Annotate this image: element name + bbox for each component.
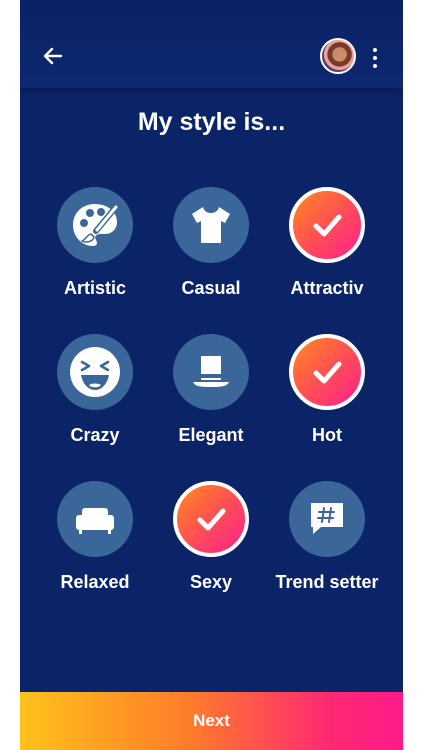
style-option-circle[interactable] xyxy=(57,334,133,410)
style-option-label: Trend setter xyxy=(275,572,379,592)
style-option-elegant[interactable]: Elegant xyxy=(153,334,269,464)
style-option-label: Attractiv xyxy=(290,278,364,298)
style-option-relaxed[interactable]: Relaxed xyxy=(37,481,153,611)
style-option-circle[interactable] xyxy=(289,481,365,557)
style-option-label: Hot xyxy=(312,425,342,445)
style-option-circle-selected[interactable] xyxy=(289,187,365,263)
laughing-face-icon xyxy=(70,347,120,397)
style-option-artistic[interactable]: Artistic xyxy=(37,187,153,317)
style-option-sexy[interactable]: Sexy xyxy=(153,481,269,611)
top-hat-icon xyxy=(193,356,229,387)
style-option-circle-selected[interactable] xyxy=(173,481,249,557)
sofa-icon xyxy=(76,508,114,534)
style-grid: Artistic Casual Attractiv Crazy Elegant … xyxy=(20,0,403,750)
style-option-circle-selected[interactable] xyxy=(289,334,365,410)
palette-icon xyxy=(73,204,119,246)
hashtag-chat-icon xyxy=(311,503,343,534)
check-icon xyxy=(197,508,226,531)
next-button[interactable]: Next xyxy=(20,692,403,750)
style-option-crazy[interactable]: Crazy xyxy=(37,334,153,464)
style-option-trend-setter[interactable]: Trend setter xyxy=(269,481,385,611)
style-option-hot[interactable]: Hot xyxy=(269,334,385,464)
style-option-attractiv[interactable]: Attractiv xyxy=(269,187,385,317)
check-icon xyxy=(313,361,342,384)
style-screen: My style is... Artistic Casual Attractiv… xyxy=(20,0,403,750)
style-option-circle[interactable] xyxy=(173,334,249,410)
style-option-circle[interactable] xyxy=(57,481,133,557)
tshirt-icon xyxy=(192,207,230,243)
style-option-circle[interactable] xyxy=(57,187,133,263)
style-option-circle[interactable] xyxy=(173,187,249,263)
style-option-casual[interactable]: Casual xyxy=(153,187,269,317)
check-icon xyxy=(313,214,342,237)
